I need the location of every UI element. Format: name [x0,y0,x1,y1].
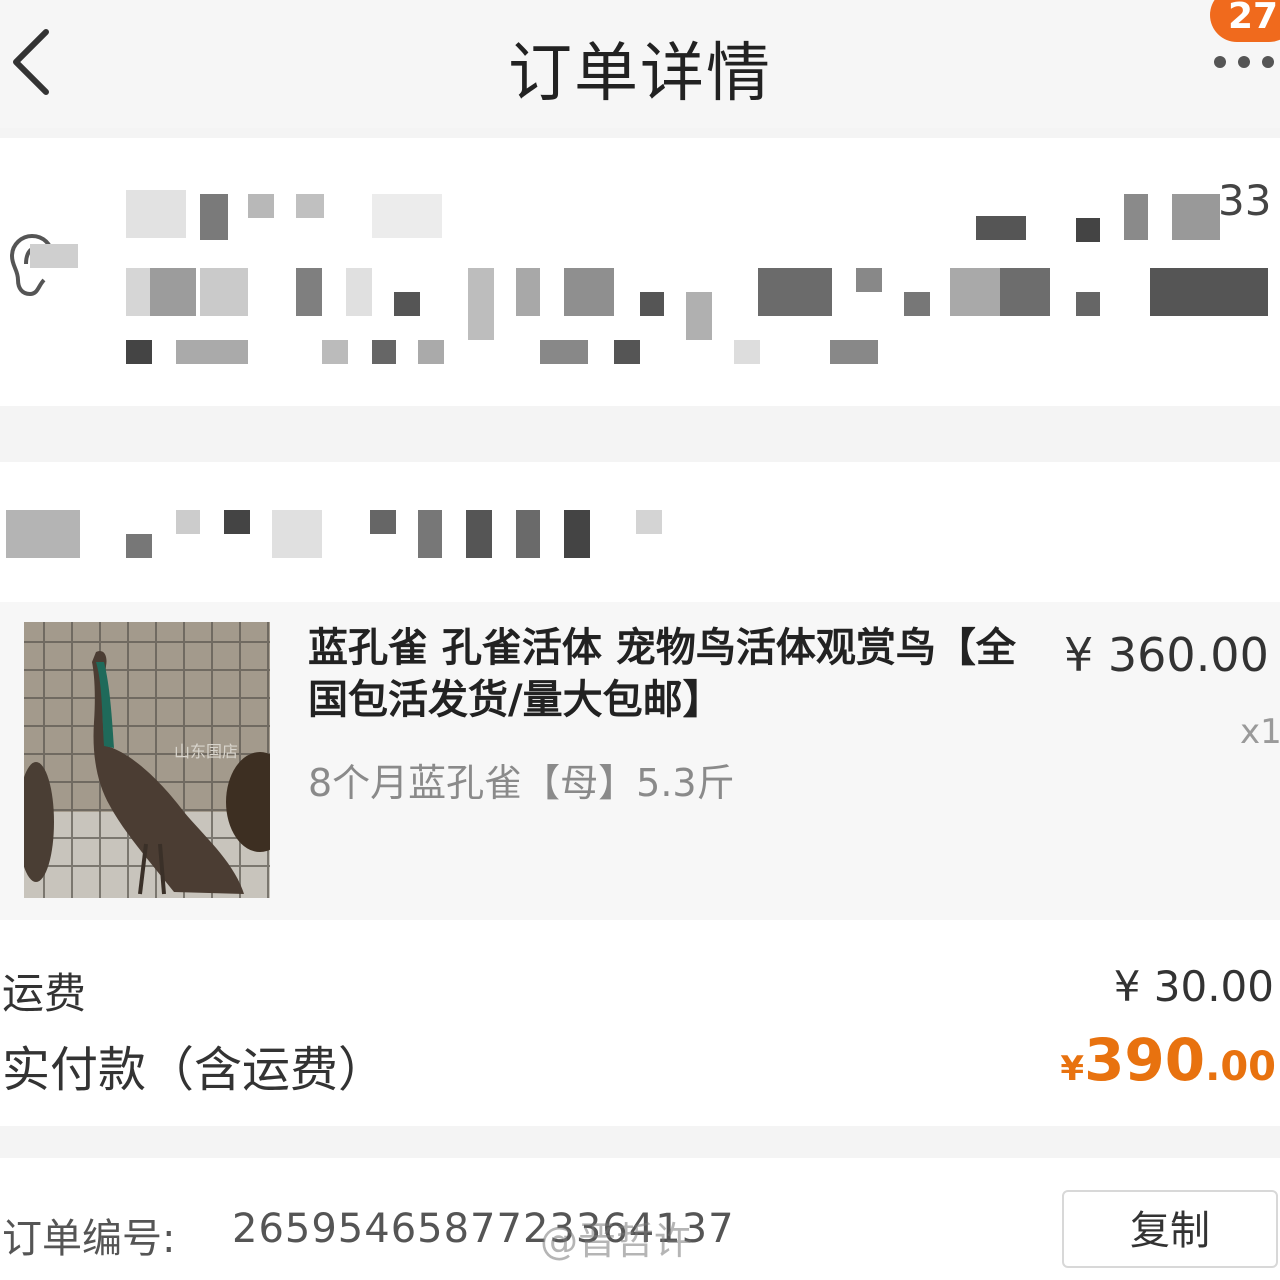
order-number-label: 订单编号: [2,1216,176,1262]
copy-button[interactable]: 复制 [1062,1190,1278,1268]
address-suffix-text: 33 [1218,176,1272,225]
address-card[interactable]: 33 [0,138,1280,406]
image-watermark-text: 山东国店 [174,743,238,761]
notification-badge: 27 [1210,0,1280,42]
product-item[interactable]: 山东国店 蓝孔雀 孔雀活体 宠物鸟活体观赏鸟【全国包活发货/量大包邮】 8个月蓝… [0,602,1280,920]
shipping-label: 运费 [2,969,87,1018]
product-quantity: x1 [1240,712,1280,752]
amount-paid-value: ¥390.00 [1060,1026,1276,1094]
amount-paid-decimal: .00 [1205,1044,1276,1090]
more-options-button[interactable] [1206,50,1280,74]
redacted-address [0,138,1280,406]
shop-name-row[interactable] [0,462,1280,602]
amount-paid-label: 实付款（含运费） [2,1042,387,1098]
page-title: 订单详情 [508,37,772,111]
amount-paid-integer: 390 [1084,1026,1206,1094]
totals-section: 运费 ¥ 30.00 实付款（含运费） ¥390.00 [0,920,1280,1126]
weibo-watermark: @晋哲许 [540,1219,693,1263]
product-title[interactable]: 蓝孔雀 孔雀活体 宠物鸟活体观赏鸟【全国包活发货/量大包邮】 [308,622,1028,726]
product-price: ¥ 360.00 [1064,628,1269,682]
product-sku: 8个月蓝孔雀【母】5.3斤 [308,761,735,805]
shipping-value: ¥ 30.00 [1113,962,1274,1011]
product-image[interactable]: 山东国店 [24,622,270,898]
currency-symbol: ¥ [1060,1049,1085,1089]
